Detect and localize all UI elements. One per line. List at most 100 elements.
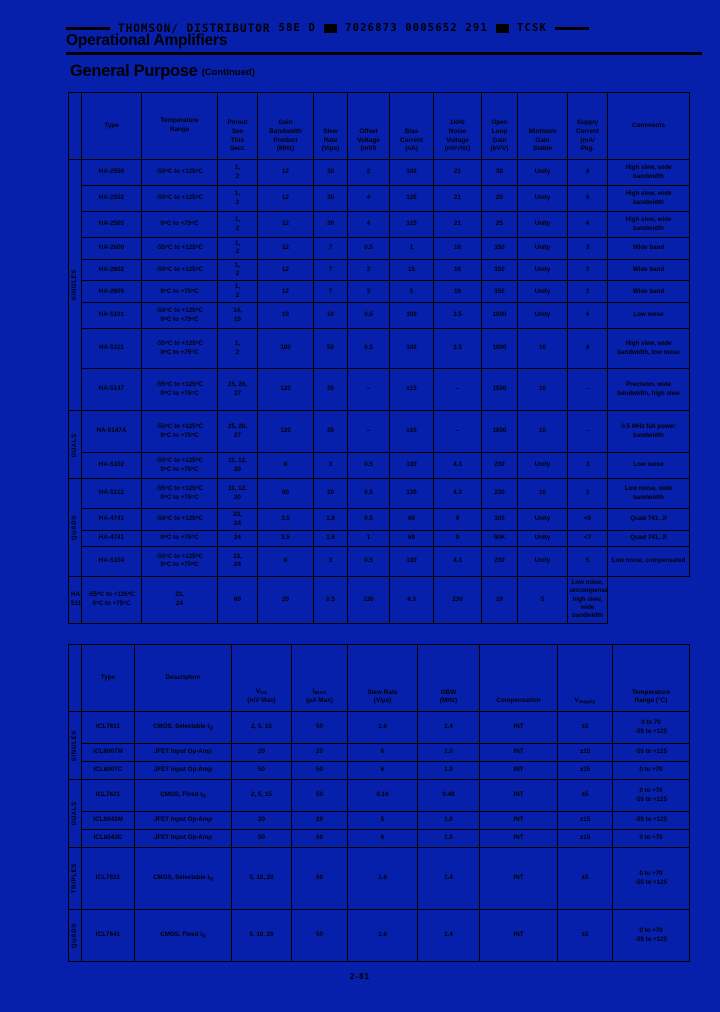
cell-supply-current: 5 bbox=[517, 575, 568, 624]
cell-slew-rate: 7 bbox=[313, 280, 348, 304]
barcode-text-1: 58E D bbox=[278, 22, 317, 34]
cell-noise-voltage: 16 bbox=[433, 280, 482, 304]
cell-noise-voltage: 3.5 bbox=[433, 328, 482, 370]
cell-gbw: 1.4 bbox=[417, 847, 480, 910]
cell-type: HA-5104 bbox=[81, 545, 142, 577]
cell-offset-voltage: 0.5 bbox=[347, 478, 390, 510]
cell-minimum-gain-stable: Unity bbox=[517, 545, 568, 577]
cell-pinout: 1, 2 bbox=[217, 258, 258, 282]
cell-temperature-range: -55oC to +125oC bbox=[141, 237, 218, 260]
cell-gain-bandwidth: 12 bbox=[257, 280, 314, 304]
cell-minimum-gain-stable: Unity bbox=[517, 185, 568, 212]
table-row: QUADS ICL7641 CMOS, Fixed IQ 5, 10, 20 50 1.6… bbox=[68, 909, 690, 962]
cell-pinout: 1, 2 bbox=[217, 328, 258, 370]
col-header-ibias: IBIAS (pA Max) bbox=[291, 644, 348, 712]
cell-slew-rate: 3 bbox=[313, 452, 348, 480]
family-label: SINGLES bbox=[72, 269, 78, 301]
cell-compensation: INT bbox=[479, 811, 558, 830]
cell-compensation: INT bbox=[479, 761, 558, 780]
cell-slew-rate: 1.6 bbox=[347, 909, 418, 962]
family-label-cell: DUALS bbox=[68, 779, 82, 848]
cell-open-loop-gain: 1800 bbox=[481, 410, 518, 454]
cell-bias-current: ±15 bbox=[389, 368, 434, 412]
cell-vos: 20 bbox=[231, 743, 292, 762]
col-header-description: Description bbox=[134, 644, 232, 712]
cell-temperature-range: -55oC to +125oC bbox=[141, 159, 218, 186]
cell-gbw: 1.0 bbox=[417, 761, 480, 780]
cell-pinout: 25, 26, 27 bbox=[217, 368, 258, 412]
cell-offset-voltage: 0.5 bbox=[347, 237, 390, 260]
cell-comments: Quad 741, JI bbox=[607, 508, 690, 531]
cell-open-loop-gain: 150 bbox=[481, 280, 518, 304]
table-row: HA-2502 -55oC to +125oC 1, 2 12 30 4 125 21 25 Uni… bbox=[69, 185, 690, 212]
cell-gain-bandwidth: 100 bbox=[257, 328, 314, 370]
col-header-vsupply: VSupply bbox=[557, 644, 613, 712]
cell-gbw: 1.0 bbox=[417, 811, 480, 830]
cell-offset-voltage: 0.5 bbox=[313, 575, 348, 624]
cell-bias-current: 125 bbox=[389, 185, 434, 212]
table-row: HA-4741 -55oC to +125oC 23, 24 3.5 1.6 0.5 60 9 1… bbox=[69, 508, 690, 531]
barcode-text-2: 7026873 0005652 291 bbox=[345, 22, 488, 34]
col-header-slew-rate: Slew Rate (V/µs) bbox=[313, 92, 348, 160]
family-label: DUALS bbox=[72, 801, 78, 826]
cell-slew-rate: 20 bbox=[257, 575, 314, 624]
cell-type: HA-4741 bbox=[81, 529, 142, 547]
cell-supply-current: 4 bbox=[567, 302, 608, 330]
cell-ibias: 50 bbox=[291, 711, 348, 744]
page-footer: 2-81 bbox=[349, 972, 370, 981]
cell-vos: 50 bbox=[231, 761, 292, 780]
table-row: ICL8043M JFET Input Op-Amp 20 20 5 1.0 INT ±15-… bbox=[69, 811, 690, 830]
family-gutter-header bbox=[68, 92, 82, 160]
col-header-minimum-gain-stable: Minimum Gain Stable bbox=[517, 92, 568, 160]
cell-slew-rate: 0.16 bbox=[347, 779, 418, 812]
col-header-vos: VOS (mV Max) bbox=[231, 644, 292, 712]
cell-slew-rate: 7 bbox=[313, 258, 348, 282]
cmos-jfet-opamp-table-wrap: Type Description VOS (mV Max) IBIAS (pA Ma… bbox=[68, 644, 690, 962]
cell-type: HA-2505 bbox=[81, 211, 142, 238]
table-row: SINGLES ICL7611 CMOS, Selectable IQ 2, 5, 1… bbox=[68, 711, 690, 780]
cell-supply-current: <7 bbox=[567, 529, 608, 547]
cell-comments: Wide band bbox=[607, 280, 690, 304]
cell-temperature-range: 0oC to +75oC bbox=[141, 211, 218, 238]
cell-minimum-gain-stable: 10 bbox=[517, 328, 568, 370]
cell-noise-voltage: 16 bbox=[433, 258, 482, 282]
cell-supply-current: 3 bbox=[567, 237, 608, 260]
cell-comments: High slew, wide bandwidth bbox=[607, 211, 690, 238]
cell-pinout: 11, 12, 30 bbox=[217, 478, 258, 510]
cell-pinout: 23, 24 bbox=[217, 508, 258, 531]
cell-offset-voltage: 3 bbox=[347, 258, 390, 282]
col-header-gbw: GBW (MHz) bbox=[417, 644, 480, 712]
cell-slew-rate: 20 bbox=[313, 478, 348, 510]
cell-temperature-range: -55oC to +125oC 0oC to +75oC bbox=[141, 328, 218, 370]
cell-open-loop-gain: 25 bbox=[481, 185, 518, 212]
cell-type: ICL7611 bbox=[81, 711, 135, 744]
col-header-supply-current: Supply Current (mA/Pkg. bbox=[567, 92, 608, 160]
cell-noise-voltage: 21 bbox=[433, 159, 482, 186]
cell-type: HA-5147 bbox=[81, 368, 142, 412]
family-label-cell: QUADS bbox=[68, 909, 82, 962]
cell-offset-voltage: 4 bbox=[347, 185, 390, 212]
table2-body: SINGLES ICL7611 CMOS, Selectable IQ 2, 5, 1… bbox=[68, 711, 690, 962]
col-header-slew-rate: Slew Rate (V/µs) bbox=[347, 644, 418, 712]
cell-vsupply: ±15 bbox=[557, 829, 613, 848]
cell-type: ICL8043M bbox=[81, 811, 135, 830]
cell-type: HA-5102 bbox=[81, 452, 142, 480]
cell-gain-bandwidth: 120 bbox=[257, 368, 314, 412]
cell-type: HA-5147A bbox=[81, 410, 142, 454]
cell-pinout: 24 bbox=[217, 529, 258, 547]
cell-open-loop-gain: 230 bbox=[481, 478, 518, 510]
cell-slew-rate: 6 bbox=[347, 761, 418, 780]
cell-temperature-range: 0 to +70 -55 to +125 bbox=[612, 847, 690, 910]
table-row: QUADS HA-5112 -55oC to +125oC 0oC to +75oC 1… bbox=[68, 478, 690, 577]
cell-gbw: 1.4 bbox=[417, 711, 480, 744]
cell-vsupply: ±5 bbox=[557, 847, 613, 910]
family-gutter-header bbox=[68, 644, 82, 712]
cell-open-loop-gain: 50K bbox=[481, 529, 518, 547]
table-row: ICL8043C JFET Input Op-Amp 50 50 6 1.0 INT ±15 0… bbox=[69, 829, 690, 848]
family-label: SINGLES bbox=[72, 729, 78, 762]
cell-vsupply: ±15 bbox=[557, 761, 613, 780]
cell-vsupply: ±15 bbox=[557, 811, 613, 830]
cell-compensation: INT bbox=[479, 847, 558, 910]
cell-noise-voltage: 4.3 bbox=[433, 478, 482, 510]
cell-gain-bandwidth: 12 bbox=[257, 159, 314, 186]
